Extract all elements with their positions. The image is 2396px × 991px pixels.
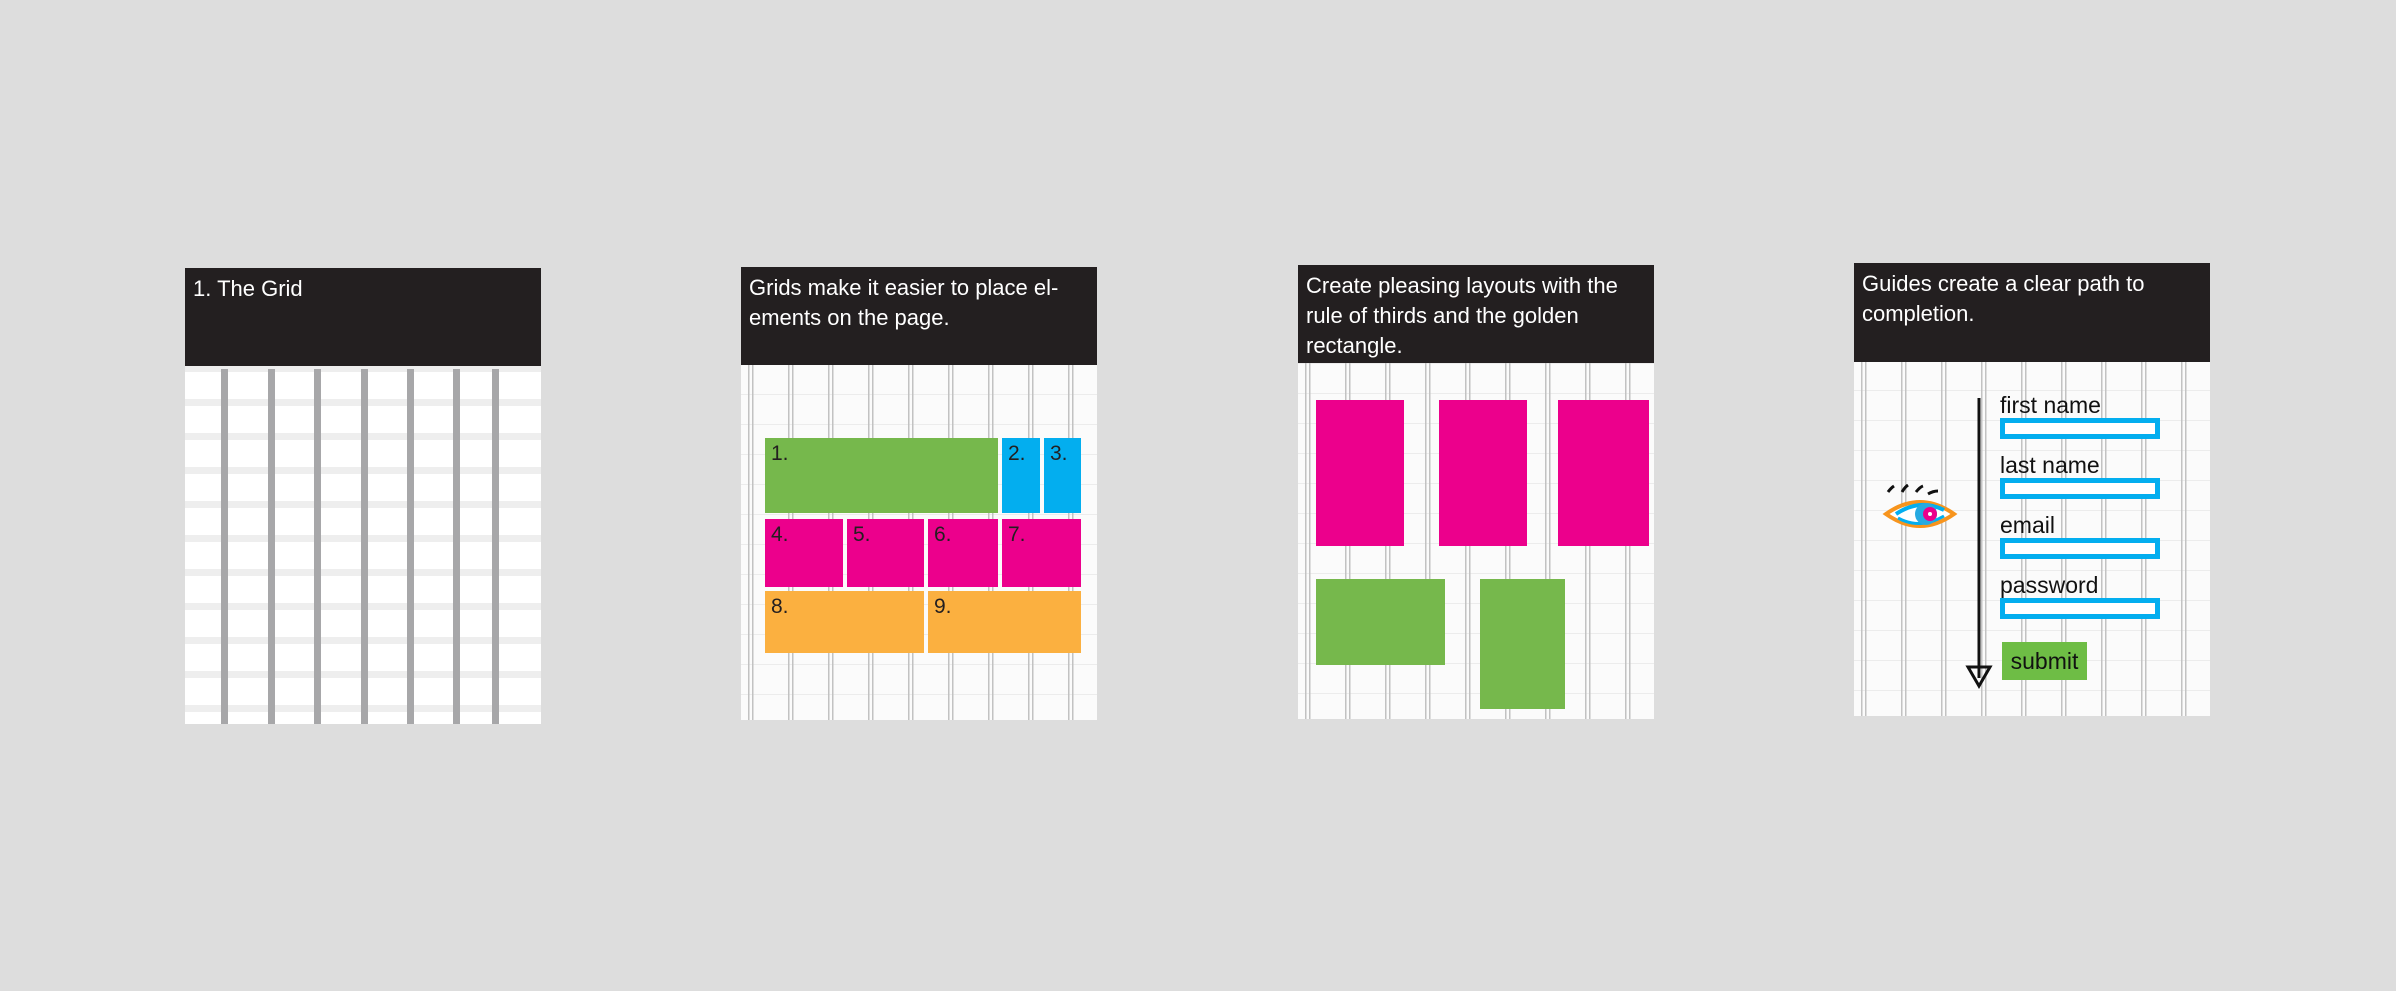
placement-card: Grids make it easier to place el-ements …: [741, 267, 1097, 720]
guide-arrow-icon: [1965, 398, 1993, 689]
email-label: email: [2000, 512, 2055, 538]
card-title: Create pleasing layouts with the rule of…: [1298, 265, 1654, 363]
grid-column: [407, 369, 414, 724]
guides-illustration: first name last name email password subm…: [1854, 362, 2210, 716]
email-field[interactable]: [2000, 538, 2160, 559]
card-title: Grids make it easier to place el-ements …: [741, 267, 1097, 365]
grid-block-6: 6.: [928, 519, 998, 587]
guides-card: Guides create a clear path to completion…: [1854, 263, 2210, 716]
golden-rectangle-block: [1316, 579, 1445, 665]
thirds-block: [1439, 400, 1527, 546]
eye-icon: [1882, 483, 1962, 549]
password-field[interactable]: [2000, 598, 2160, 619]
grid-block-4: 4.: [765, 519, 843, 587]
grid-column: [221, 369, 228, 724]
first-name-label: first name: [2000, 392, 2101, 418]
thirds-block: [1558, 400, 1649, 546]
card-title: Guides create a clear path to completion…: [1854, 263, 2210, 362]
grid-block-8: 8.: [765, 591, 924, 653]
grid-column: [361, 369, 368, 724]
grid-column: [268, 369, 275, 724]
password-label: password: [2000, 572, 2099, 598]
grid-block-1: 1.: [765, 438, 998, 513]
grid-card: 1. The Grid: [185, 268, 541, 724]
grid-block-5: 5.: [847, 519, 924, 587]
grid-block-2: 2.: [1002, 438, 1040, 513]
last-name-field[interactable]: [2000, 478, 2160, 499]
thirds-block: [1316, 400, 1404, 546]
grid-block-7: 7.: [1002, 519, 1081, 587]
thirds-card: Create pleasing layouts with the rule of…: [1298, 265, 1654, 719]
thirds-illustration: [1298, 363, 1654, 719]
golden-rectangle-block: [1480, 579, 1565, 709]
grid-column: [314, 369, 321, 724]
signup-form: first name last name email password subm…: [2000, 392, 2170, 712]
submit-button[interactable]: submit: [2002, 642, 2087, 680]
grid-column: [492, 369, 499, 724]
first-name-field[interactable]: [2000, 418, 2160, 439]
grid-illustration: [185, 366, 541, 724]
placement-illustration: 1. 2. 3. 4. 5. 6. 7. 8. 9.: [741, 365, 1097, 720]
grid-column: [453, 369, 460, 724]
last-name-label: last name: [2000, 452, 2100, 478]
grid-block-9: 9.: [928, 591, 1081, 653]
grid-block-3: 3.: [1044, 438, 1081, 513]
card-title: 1. The Grid: [185, 268, 541, 366]
